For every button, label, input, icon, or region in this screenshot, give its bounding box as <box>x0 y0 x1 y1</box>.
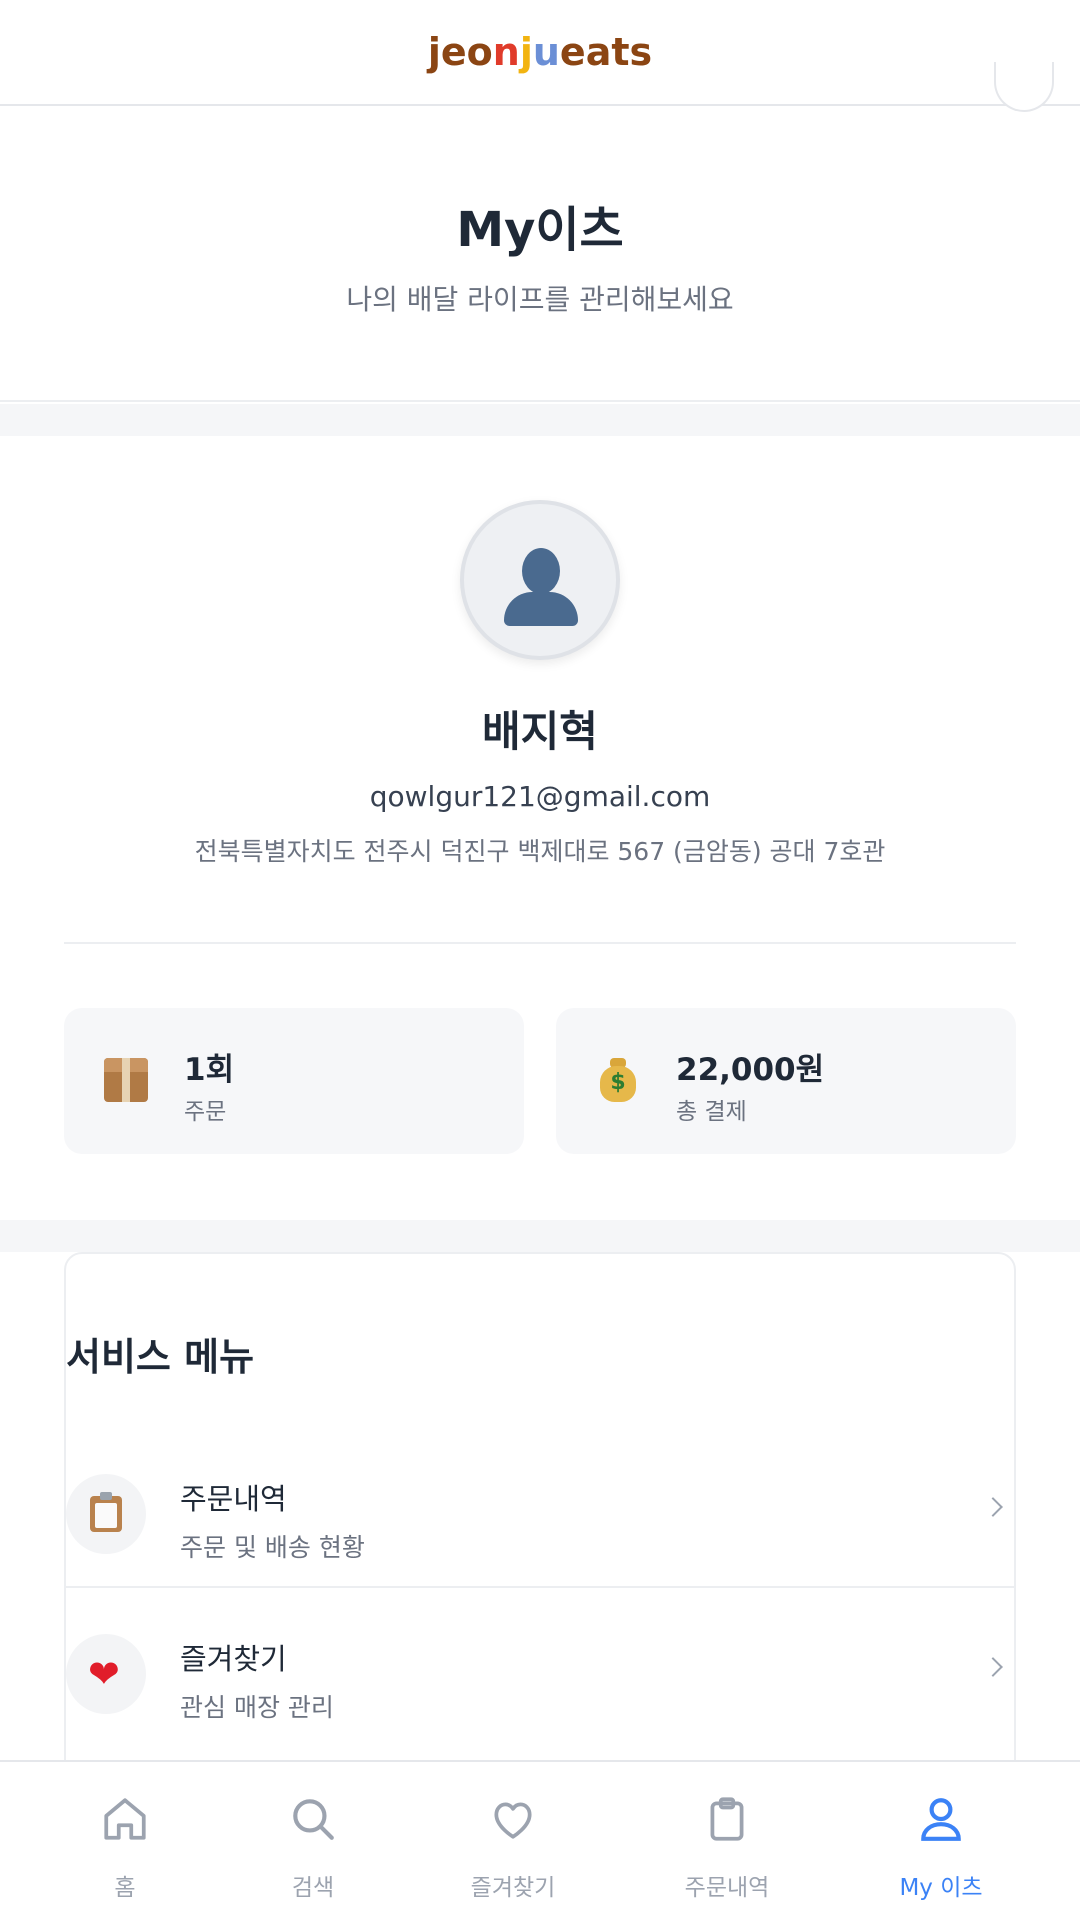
menu-item-order-history[interactable]: 주문내역 주문 및 배송 현황 <box>66 1434 1014 1594</box>
nav-search[interactable]: 검색 <box>228 1762 398 1920</box>
clipboard-icon <box>90 1492 122 1532</box>
user-address: 전북특별자치도 전주시 덕진구 백제대로 567 (금암동) 공대 7호관 <box>194 837 886 866</box>
menu-item-title: 주문내역 <box>180 1482 287 1516</box>
heart-outline-icon <box>494 1802 532 1839</box>
profile-section: 배지혁 qowlgur121@gmail.com 전북특별자치도 전주시 덕진구… <box>0 436 1080 1220</box>
nav-label: 주문내역 <box>684 1875 770 1901</box>
nav-label: 즐겨찾기 <box>470 1875 556 1901</box>
nav-label: 홈 <box>114 1875 136 1901</box>
package-icon <box>104 1058 148 1102</box>
nav-label: My 이츠 <box>899 1875 983 1901</box>
menu-icon-bg: ❤ <box>66 1634 146 1714</box>
page-title: My이츠 <box>456 202 624 258</box>
nav-order-history[interactable]: 주문내역 <box>642 1762 812 1920</box>
total-payment-label: 총 결제 <box>676 1099 747 1125</box>
user-email: qowlgur121@gmail.com <box>369 780 711 813</box>
menu-item-title: 즐겨찾기 <box>180 1642 287 1676</box>
nav-my-eats[interactable]: My 이츠 <box>856 1762 1026 1920</box>
avatar[interactable] <box>460 500 620 660</box>
total-payment-card: $ 22,000원 총 결제 <box>556 1008 1016 1154</box>
heart-icon: ❤ <box>88 1652 120 1696</box>
order-count-label: 주문 <box>184 1099 227 1125</box>
app-logo[interactable]: jeonjueats <box>428 30 652 74</box>
home-icon <box>104 1798 146 1840</box>
section-gap <box>0 404 1080 436</box>
money-bag-icon: $ <box>596 1058 640 1102</box>
floating-button-edge[interactable] <box>994 62 1054 112</box>
logo-part: n <box>492 30 520 74</box>
page-heading-section: My이츠 나의 배달 라이프를 관리해보세요 <box>0 106 1080 402</box>
nav-label: 검색 <box>291 1875 335 1901</box>
menu-item-subtitle: 관심 매장 관리 <box>180 1693 334 1722</box>
search-icon <box>293 1799 334 1840</box>
service-menu-title: 서비스 메뉴 <box>66 1335 255 1379</box>
clipboard-icon <box>710 1797 744 1841</box>
order-count-card: 1회 주문 <box>64 1008 524 1154</box>
app-header: jeonjueats <box>0 0 1080 112</box>
logo-part: jeo <box>427 30 493 74</box>
menu-item-favorites[interactable]: ❤ 즐겨찾기 관심 매장 관리 <box>66 1594 1014 1754</box>
nav-favorites[interactable]: 즐겨찾기 <box>428 1762 598 1920</box>
bottom-navigation: 홈 검색 즐겨찾기 주문내역 My 이츠 <box>0 1760 1080 1920</box>
divider <box>64 942 1016 944</box>
logo-part: eats <box>559 30 653 74</box>
user-name: 배지혁 <box>482 707 598 756</box>
total-payment-value: 22,000원 <box>676 1052 825 1088</box>
page-subtitle: 나의 배달 라이프를 관리해보세요 <box>346 283 734 316</box>
section-gap <box>0 1220 1080 1252</box>
nav-home[interactable]: 홈 <box>40 1762 210 1920</box>
menu-icon-bg <box>66 1474 146 1554</box>
divider <box>66 1586 1014 1588</box>
logo-part: j <box>519 30 533 74</box>
logo-part: u <box>532 30 560 74</box>
chevron-right-icon <box>983 1657 1003 1677</box>
chevron-right-icon <box>983 1497 1003 1517</box>
user-icon <box>921 1798 961 1841</box>
menu-item-subtitle: 주문 및 배송 현황 <box>180 1533 365 1562</box>
order-count-value: 1회 <box>184 1052 235 1088</box>
